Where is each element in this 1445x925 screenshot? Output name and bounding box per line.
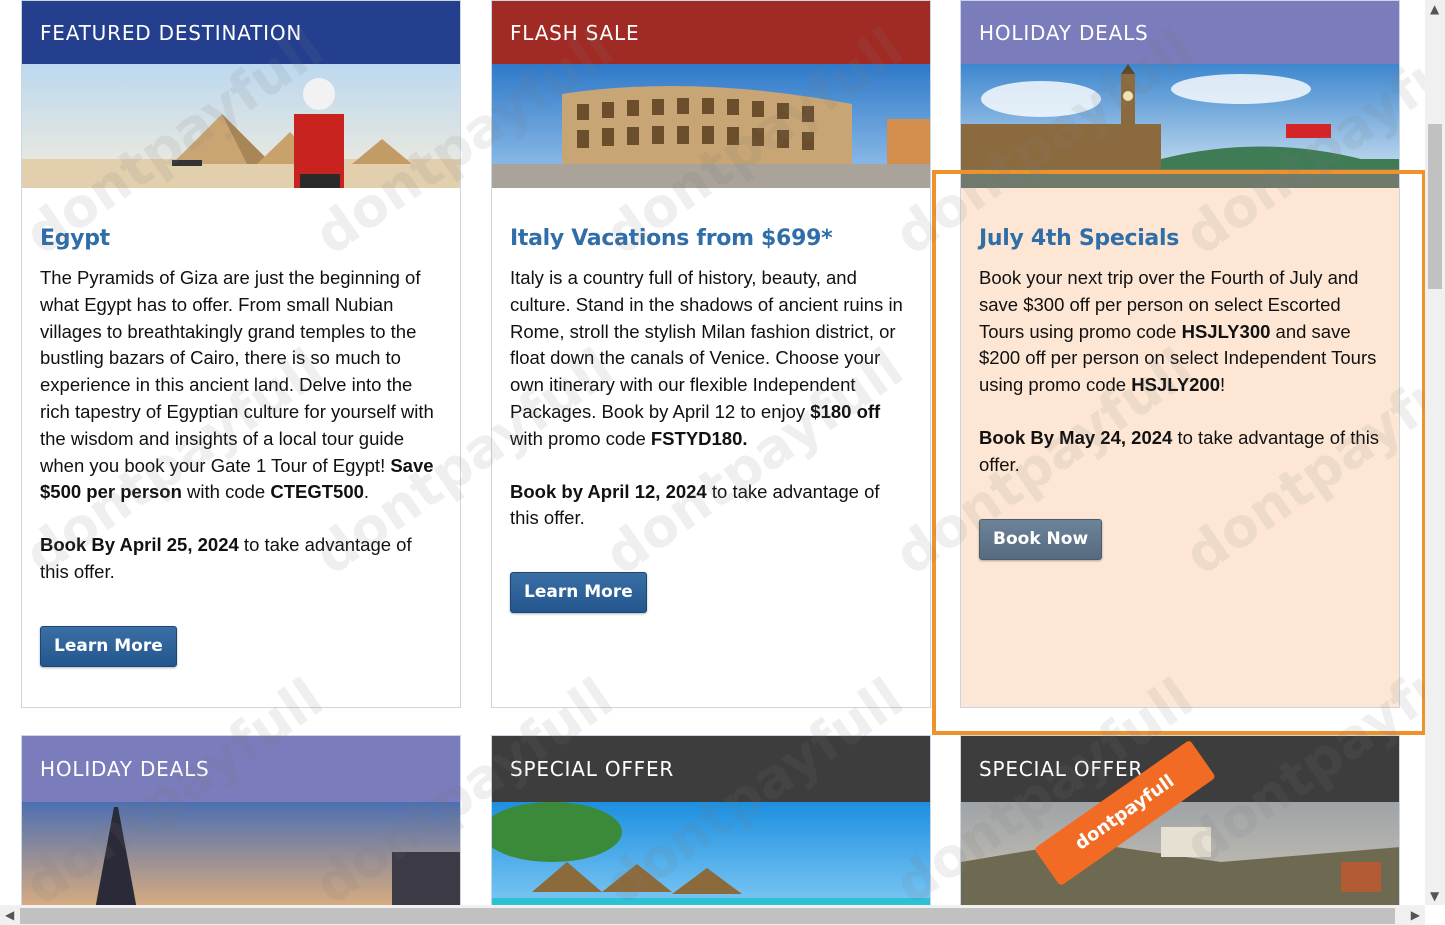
- book-now-button[interactable]: Book Now: [979, 518, 1103, 560]
- scroll-up-icon[interactable]: ▲: [1430, 2, 1439, 16]
- card-title[interactable]: Italy Vacations from $699*: [510, 226, 912, 251]
- pyramids-illustration: [22, 64, 460, 188]
- card-header: SPECIAL OFFER: [492, 736, 930, 802]
- card-header-label: FEATURED DESTINATION: [40, 20, 303, 45]
- card-header-label: HOLIDAY DEALS: [40, 757, 210, 781]
- vertical-scrollbar[interactable]: ▲ ▼: [1425, 0, 1445, 905]
- card-header-label: HOLIDAY DEALS: [979, 20, 1149, 45]
- card-header-label: SPECIAL OFFER: [979, 757, 1144, 781]
- card-header: HOLIDAY DEALS: [961, 1, 1399, 64]
- card-description: The Pyramids of Giza are just the beginn…: [40, 267, 434, 503]
- card-special-tropical: SPECIAL OFFER: [491, 735, 931, 925]
- scroll-down-icon[interactable]: ▼: [1430, 889, 1439, 903]
- scroll-left-icon[interactable]: ◀: [5, 908, 14, 922]
- colosseum-illustration: [492, 64, 930, 188]
- vertical-scroll-thumb[interactable]: [1428, 124, 1442, 289]
- scroll-right-icon[interactable]: ▶: [1411, 908, 1420, 922]
- learn-more-button[interactable]: Learn More: [510, 572, 647, 614]
- card-italy: FLASH SALE Italy Vacations from $699* It…: [491, 0, 931, 708]
- london-image[interactable]: [961, 64, 1399, 188]
- card-header-label: SPECIAL OFFER: [510, 757, 675, 781]
- card-header-label: FLASH SALE: [510, 20, 640, 45]
- horizontal-scroll-thumb[interactable]: [20, 908, 1395, 924]
- card-header: FLASH SALE: [492, 1, 930, 64]
- card-deadline: Book by April 12, 2024 to take advantage…: [510, 480, 880, 529]
- card-deadline: Book By May 24, 2024 to take advantage o…: [979, 426, 1380, 475]
- card-header: HOLIDAY DEALS: [22, 736, 460, 802]
- learn-more-button[interactable]: Learn More: [40, 625, 177, 667]
- colosseum-image[interactable]: [492, 64, 930, 188]
- card-description: Book your next trip over the Fourth of J…: [979, 267, 1377, 396]
- card-july-4th: HOLIDAY DEALS July 4th Specials Book you…: [960, 0, 1400, 708]
- card-title[interactable]: July 4th Specials: [979, 226, 1381, 251]
- card-deadline: Book By April 25, 2024 to take advantage…: [40, 534, 412, 582]
- big-ben-illustration: [961, 64, 1399, 188]
- card-header: FEATURED DESTINATION: [22, 1, 460, 64]
- pyramids-image[interactable]: [22, 64, 460, 188]
- card-egypt: FEATURED DESTINATION Egypt The Pyramids …: [21, 0, 461, 708]
- card-title[interactable]: Egypt: [40, 226, 442, 251]
- horizontal-scrollbar[interactable]: ◀ ▶: [0, 905, 1425, 925]
- card-description: Italy is a country full of history, beau…: [510, 267, 903, 449]
- card-holiday-paris: HOLIDAY DEALS: [21, 735, 461, 925]
